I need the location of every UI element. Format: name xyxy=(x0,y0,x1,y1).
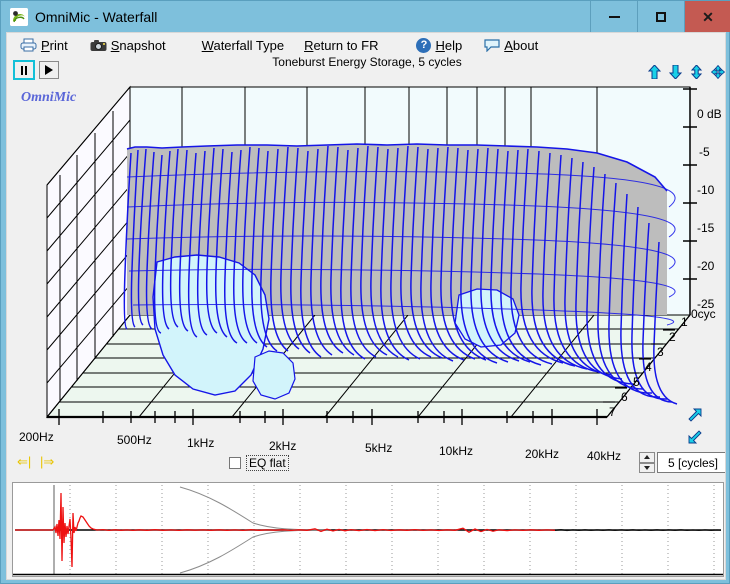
imp-tick-7: 7 xyxy=(377,579,384,580)
menu-item-waterfall-type[interactable]: Waterfall Type xyxy=(194,33,288,57)
menu-item-help[interactable]: ? Help xyxy=(412,33,466,57)
imp-tick-13: 13 xyxy=(649,579,662,580)
cycles-spinner[interactable]: 5 [cycles] xyxy=(639,452,725,473)
freq-pan-right-group[interactable]: |⇒ xyxy=(40,455,54,468)
impulse-response-svg xyxy=(13,483,723,576)
cycles-spin-buttons xyxy=(639,452,655,473)
impulse-trace-black xyxy=(554,529,722,532)
imp-tick-2: 2 xyxy=(147,579,154,580)
freq-pan-left-group[interactable]: ⇐| xyxy=(17,455,31,468)
imp-tick-14: 14 xyxy=(695,579,708,580)
waterfall-svg xyxy=(45,85,697,425)
freq-tick-2khz: 2kHz xyxy=(269,439,297,453)
minimize-button[interactable] xyxy=(590,1,637,32)
menu-item-snapshot[interactable]: Snapshot xyxy=(86,33,170,57)
cycles-value-field[interactable]: 5 [cycles] xyxy=(657,452,725,473)
db-tick-20: -20 xyxy=(697,259,715,273)
pan-left-icon[interactable]: ⇐| xyxy=(17,455,31,468)
close-icon: ✕ xyxy=(702,8,714,25)
menu-item-waterfall-type-label: Waterfall Type xyxy=(201,37,285,53)
freq-tick-500hz: 500Hz xyxy=(117,433,152,447)
cycle-tick-4: 4 xyxy=(645,360,652,374)
help-circle-icon: ? xyxy=(416,37,432,53)
freq-tick-200hz: 200Hz xyxy=(19,430,54,444)
cycle-tick-3: 3 xyxy=(657,345,664,359)
cycle-tick-2: 2 xyxy=(669,330,676,344)
imp-tick-12: 12 xyxy=(603,579,616,580)
valley-pocket-small xyxy=(252,350,296,400)
application-window: OmniMic - Waterfall ✕ Print Snapshot Wat… xyxy=(0,0,730,584)
minimize-icon xyxy=(608,15,620,18)
maximize-icon xyxy=(656,11,666,22)
window-title: OmniMic - Waterfall xyxy=(35,8,158,25)
impulse-tick-labels: 0 1 2 3 4 5 6 7 8 9 10 11 12 13 14 xyxy=(12,579,724,580)
pan-right-icon[interactable]: |⇒ xyxy=(40,455,54,468)
imp-tick-0: 0 xyxy=(55,579,62,580)
eq-flat-checkbox[interactable] xyxy=(229,457,241,469)
window-buttons: ✕ xyxy=(590,1,730,32)
title-bar: OmniMic - Waterfall ✕ xyxy=(1,1,730,32)
menu-item-snapshot-label: Snapshot xyxy=(110,37,166,53)
db-tick-5: -5 xyxy=(699,145,710,159)
speech-bubble-icon xyxy=(484,38,500,52)
db-tick-0: 0 dB xyxy=(697,107,722,121)
menu-item-help-label: Help xyxy=(435,37,463,53)
waterfall-plot[interactable]: 0 dB -5 -10 -15 -20 -25 0cyc 1 2 3 4 5 6… xyxy=(7,57,725,463)
client-area: Print Snapshot Waterfall Type Return to … xyxy=(6,32,726,580)
maximize-button[interactable] xyxy=(637,1,684,32)
cycle-tick-7: 7 xyxy=(609,405,616,419)
camera-icon xyxy=(90,39,107,52)
zoom-in-diagonal-icon[interactable] xyxy=(687,407,703,423)
cycle-tick-1: 1 xyxy=(681,315,688,329)
imp-tick-5: 5 xyxy=(285,579,292,580)
menu-item-return-to-fr-label: Return to FR xyxy=(304,37,379,53)
eq-flat-label: EQ flat xyxy=(246,455,289,471)
imp-tick-1: 1 xyxy=(101,579,108,580)
imp-tick-3: 3 xyxy=(193,579,200,580)
menu-item-return-to-fr[interactable]: Return to FR xyxy=(296,33,382,57)
x-controls-row: ⇐| |⇒ xyxy=(7,453,725,475)
cycles-spin-down-button[interactable] xyxy=(639,462,655,473)
freq-tick-1khz: 1kHz xyxy=(187,436,215,450)
menu-item-print[interactable]: Print xyxy=(16,33,72,57)
imp-tick-11: 11 xyxy=(558,579,570,580)
impulse-response-panel[interactable] xyxy=(12,482,724,577)
imp-tick-6: 6 xyxy=(331,579,338,580)
cycle-tick-5: 5 xyxy=(633,375,640,389)
eq-flat-control[interactable]: EQ flat xyxy=(229,455,289,471)
zoom-out-diagonal-icon[interactable] xyxy=(687,429,703,445)
menu-bar: Print Snapshot Waterfall Type Return to … xyxy=(7,33,725,57)
cycle-tick-6: 6 xyxy=(621,390,628,404)
imp-tick-8: 8 xyxy=(423,579,430,580)
printer-icon xyxy=(20,38,37,52)
menu-item-about[interactable]: About xyxy=(480,33,542,57)
omnimic-logo-icon xyxy=(10,7,28,26)
db-tick-10: -10 xyxy=(697,183,715,197)
menu-item-about-label: About xyxy=(504,37,539,53)
imp-tick-10: 10 xyxy=(511,579,524,580)
imp-tick-9: 9 xyxy=(469,579,476,580)
cycles-origin-label: 0cyc xyxy=(691,307,716,321)
cycles-spin-up-button[interactable] xyxy=(639,452,655,463)
db-tick-15: -15 xyxy=(697,221,715,235)
menu-item-print-label: Print xyxy=(41,37,68,53)
close-button[interactable]: ✕ xyxy=(684,1,730,32)
imp-tick-4: 4 xyxy=(239,579,246,580)
